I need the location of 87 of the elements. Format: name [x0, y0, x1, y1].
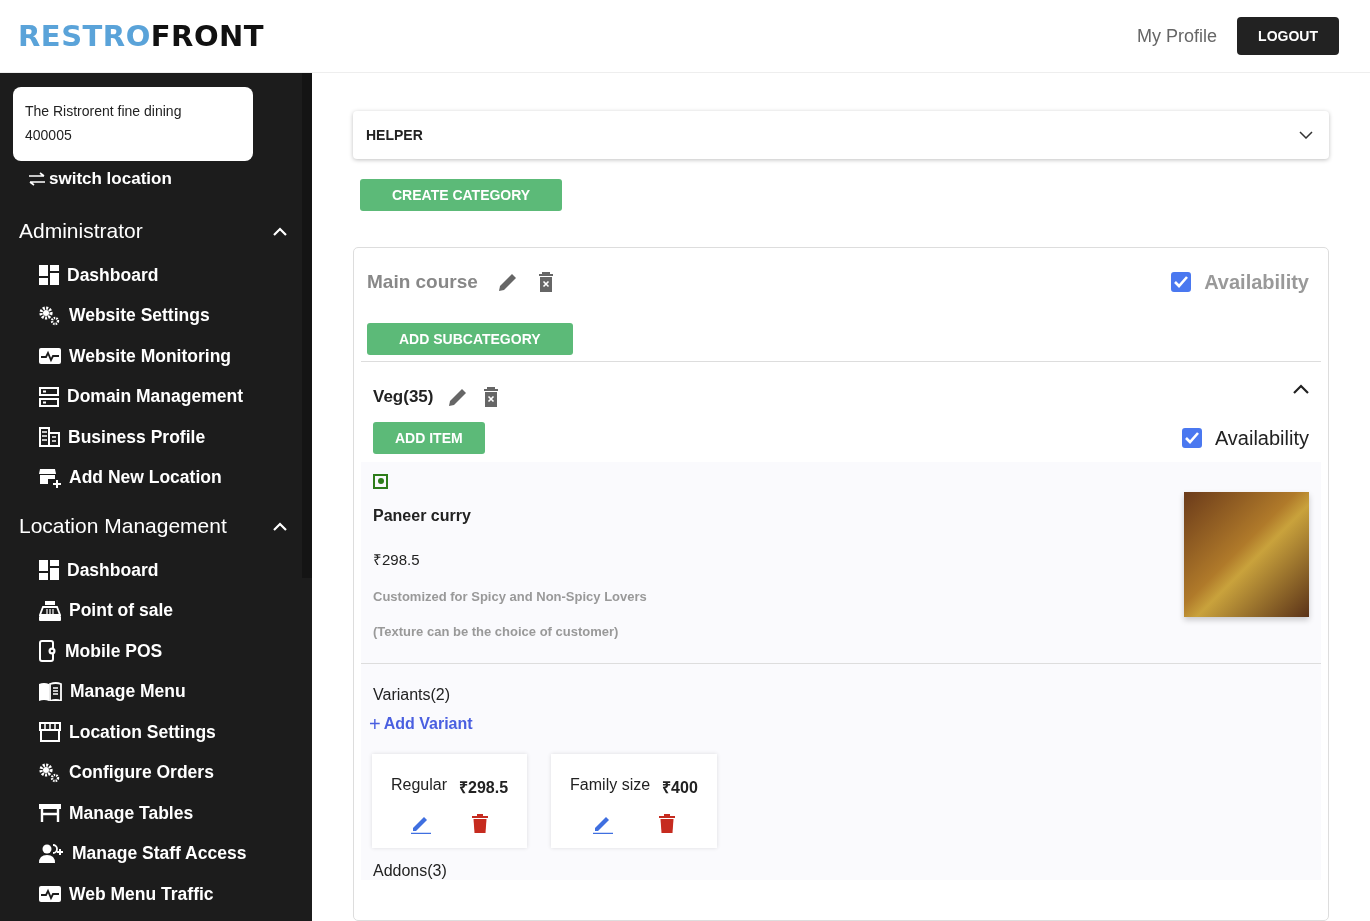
- item-price: ₹298.5: [373, 549, 421, 569]
- store-plus-icon: [39, 467, 61, 488]
- server-icon: [39, 386, 59, 407]
- sidebar-item[interactable]: Dashboard: [0, 255, 302, 296]
- helper-accordion[interactable]: HELPER: [353, 111, 1329, 159]
- sidebar-item-label: Mobile POS: [65, 640, 163, 662]
- availability-checkbox[interactable]: [1171, 272, 1192, 292]
- item-description: Customized for Spicy and Non-Spicy Lovers: [373, 588, 647, 604]
- sidebar-item[interactable]: Mobile POS: [0, 631, 302, 672]
- availability-label: Availability: [1214, 426, 1309, 450]
- cash-register-icon: [39, 600, 61, 621]
- addons-heading: Addons(3): [373, 861, 448, 880]
- sidebar-item[interactable]: Configure Orders: [0, 752, 302, 793]
- swap-arrows-icon: [28, 172, 46, 186]
- delete-trash-icon[interactable]: [658, 813, 675, 833]
- sidebar-item-label: Configure Orders: [69, 762, 214, 784]
- edit-pencil-icon[interactable]: [497, 272, 518, 292]
- sidebar-item[interactable]: Domain Management: [0, 376, 302, 417]
- sidebar-item[interactable]: Web Menu Traffic: [0, 874, 302, 915]
- variant-price: ₹298.5: [459, 777, 509, 798]
- delete-trash-icon[interactable]: [483, 387, 500, 407]
- add-variant-link[interactable]: +Add Variant: [369, 713, 1309, 734]
- sidebar-item[interactable]: Manage Tables: [0, 793, 302, 834]
- sidebar-item-label: Point of sale: [69, 600, 174, 622]
- sidebar-item-label: Add New Location: [69, 467, 222, 489]
- sidebar-item-label: Manage Staff Access: [72, 843, 247, 865]
- sidebar-item[interactable]: Manage Menu: [0, 671, 302, 712]
- availability-checkbox[interactable]: [1181, 428, 1202, 448]
- sidebar-item-label: Website Settings: [69, 305, 210, 327]
- monitor-pulse-icon: [39, 348, 61, 365]
- my-profile-link[interactable]: My Profile: [1137, 25, 1218, 47]
- location-code: 400005: [25, 126, 73, 145]
- variant-name: Regular: [391, 775, 448, 795]
- logout-button[interactable]: LOGOUT: [1237, 17, 1339, 55]
- chevron-up-icon: [273, 226, 287, 236]
- section-header[interactable]: Administrator: [0, 211, 302, 251]
- sidebar-item[interactable]: Website Monitoring: [0, 336, 302, 377]
- table-icon: [39, 804, 61, 823]
- sidebar-item-label: Manage Menu: [70, 681, 186, 703]
- sidebar-item[interactable]: Location Settings: [0, 712, 302, 753]
- menu-book-icon: [39, 682, 62, 702]
- subcategory-name: Veg(35): [373, 387, 434, 407]
- switch-location-link[interactable]: switch location: [28, 169, 302, 189]
- section-title: Location Management: [19, 514, 227, 538]
- sidebar-item[interactable]: Website Settings: [0, 295, 302, 336]
- sidebar-item[interactable]: Business Profile: [0, 417, 302, 458]
- variant-price: ₹400: [662, 777, 698, 798]
- chevron-down-icon: [1299, 131, 1313, 139]
- delete-trash-icon[interactable]: [471, 813, 488, 833]
- section-title: Administrator: [19, 219, 143, 243]
- sidebar-item-label: Location Settings: [69, 721, 216, 743]
- sidebar-item[interactable]: Add New Location: [0, 457, 302, 498]
- gears-icon: [39, 762, 61, 783]
- logo[interactable]: RESTROFRONT: [18, 19, 265, 53]
- sidebar-item-label: Dashboard: [67, 559, 159, 581]
- variant-name: Family size: [570, 775, 651, 795]
- sidebar-item-label: Business Profile: [68, 426, 206, 448]
- item-name: Paneer curry: [373, 506, 472, 525]
- category-name: Main course: [367, 271, 478, 293]
- location-name: The Ristrorent fine dining: [25, 102, 183, 121]
- sidebar-item[interactable]: Point of sale: [0, 590, 302, 631]
- helper-title: HELPER: [366, 127, 423, 143]
- sidebar-item-label: Web Menu Traffic: [69, 883, 214, 905]
- item-description: (Texture can be the choice of customer): [373, 623, 620, 639]
- chevron-up-icon: [273, 521, 287, 531]
- building-icon: [39, 427, 60, 448]
- delete-trash-icon[interactable]: [537, 272, 554, 292]
- storefront-icon: [39, 722, 61, 743]
- phone-gear-icon: [39, 640, 57, 663]
- monitor-pulse-icon: [39, 886, 61, 903]
- sidebar-item[interactable]: Dashboard: [0, 550, 302, 591]
- sidebar-item-label: Dashboard: [67, 264, 159, 286]
- availability-label: Availability: [1204, 270, 1309, 294]
- edit-pencil-icon[interactable]: [448, 387, 469, 407]
- sidebar-item-label: Website Monitoring: [69, 345, 232, 367]
- gears-icon: [39, 305, 61, 326]
- sidebar-item[interactable]: Manage Staff Access: [0, 833, 302, 874]
- section-header[interactable]: Location Management: [0, 506, 302, 546]
- sidebar-item-label: Domain Management: [67, 386, 243, 408]
- chevron-up-icon[interactable]: [1293, 384, 1309, 394]
- location-card[interactable]: The Ristrorent fine dining 400005: [13, 87, 253, 161]
- variants-heading: Variants(2): [373, 685, 452, 704]
- dashboard-icon: [39, 265, 59, 286]
- user-plus-icon: [39, 844, 64, 864]
- dashboard-icon: [39, 560, 59, 581]
- scrollbar[interactable]: [302, 73, 312, 578]
- sidebar-item-label: Manage Tables: [69, 802, 194, 824]
